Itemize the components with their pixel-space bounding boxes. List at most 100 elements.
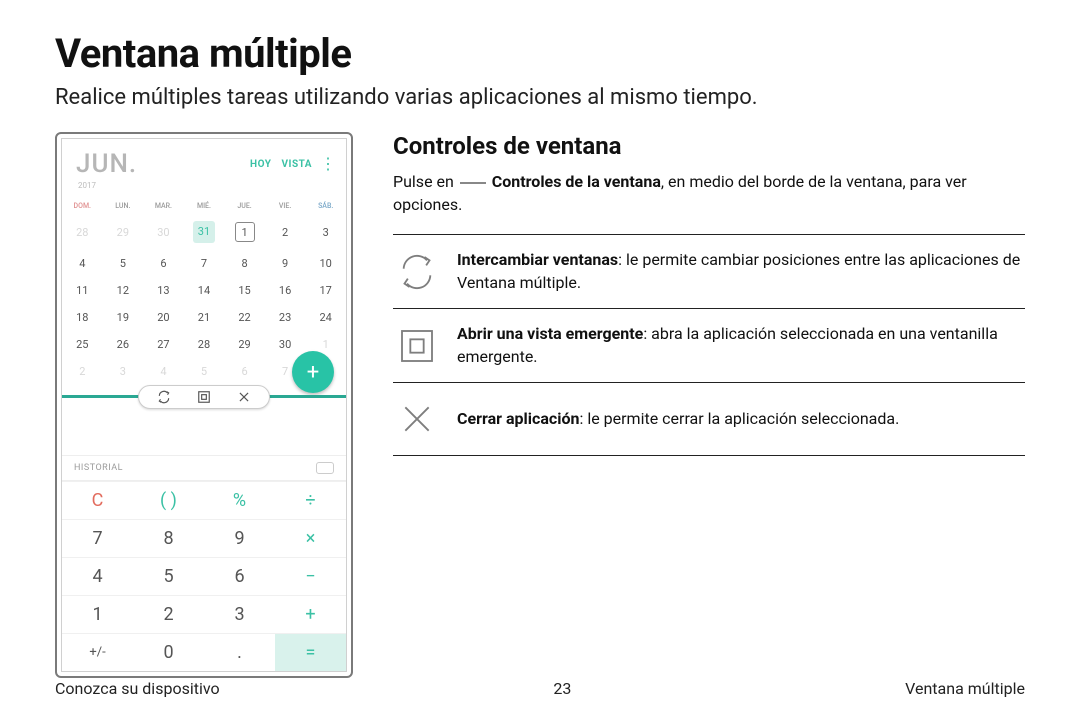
calc-key-5[interactable]: 5 <box>133 558 204 596</box>
feature-desc: : le permite cerrar la aplicación selecc… <box>579 409 899 428</box>
cal-day[interactable]: 23 <box>265 304 306 331</box>
cal-day[interactable]: 4 <box>143 358 184 385</box>
feature-title: Abrir una vista emergente <box>457 324 643 343</box>
cal-day[interactable]: 2 <box>265 214 306 250</box>
calc-key-2[interactable]: 2 <box>133 596 204 634</box>
calc-key-3[interactable]: 3 <box>204 596 275 634</box>
section-intro: Pulse en Controles de la ventana, en med… <box>393 170 1025 216</box>
cal-day[interactable]: 27 <box>143 331 184 358</box>
calculator-app: HISTORIAL C ( ) % ÷ 7 8 9 <box>62 401 346 671</box>
calc-key-9[interactable]: 9 <box>204 520 275 558</box>
cal-day[interactable]: 12 <box>103 277 144 304</box>
dow-header: MIÉ. <box>184 198 225 214</box>
page-footer: Conozca su dispositivo 23 Ventana múltip… <box>55 679 1025 698</box>
swap-icon[interactable] <box>157 390 171 404</box>
calc-key-7[interactable]: 7 <box>62 520 133 558</box>
cal-day[interactable]: 22 <box>224 304 265 331</box>
calc-key-4[interactable]: 4 <box>62 558 133 596</box>
calendar-month: JUN. <box>76 149 137 179</box>
calendar-year: 2017 <box>62 181 346 198</box>
cal-day[interactable]: 29 <box>224 331 265 358</box>
more-icon[interactable]: ⋮ <box>320 159 336 169</box>
dow-header: VIE. <box>265 198 306 214</box>
calc-key-sign[interactable]: +/- <box>62 634 133 672</box>
cal-day[interactable]: 24 <box>305 304 346 331</box>
dow-header: MAR. <box>143 198 184 214</box>
phone-mockup: JUN. HOY VISTA ⋮ 2017 DOM. LUN. MAR. MIÉ… <box>55 132 353 678</box>
today-button[interactable]: HOY <box>250 159 271 170</box>
cal-day[interactable]: 4 <box>62 250 103 277</box>
cal-day[interactable]: 30 <box>143 214 184 250</box>
cal-day[interactable]: 6 <box>224 358 265 385</box>
calc-key-divide[interactable]: ÷ <box>275 482 346 520</box>
calc-key-dot[interactable]: . <box>204 634 275 672</box>
calc-key-multiply[interactable]: × <box>275 520 346 558</box>
calc-key-6[interactable]: 6 <box>204 558 275 596</box>
cal-day[interactable]: 9 <box>265 250 306 277</box>
calc-key-clear[interactable]: C <box>62 482 133 520</box>
footer-left: Conozca su dispositivo <box>55 679 220 698</box>
calc-key-paren[interactable]: ( ) <box>133 482 204 520</box>
dow-header: SÁB. <box>305 198 346 214</box>
history-label[interactable]: HISTORIAL <box>74 463 123 473</box>
cal-day[interactable]: 3 <box>305 214 346 250</box>
feature-title: Intercambiar ventanas <box>457 250 618 269</box>
cal-day[interactable]: 14 <box>184 277 225 304</box>
calc-key-8[interactable]: 8 <box>133 520 204 558</box>
cal-day[interactable]: 25 <box>62 331 103 358</box>
popup-icon[interactable] <box>197 390 211 404</box>
cal-day[interactable]: 10 <box>305 250 346 277</box>
add-event-fab[interactable]: + <box>292 351 334 393</box>
calc-key-minus[interactable]: − <box>275 558 346 596</box>
cal-day[interactable]: 20 <box>143 304 184 331</box>
cal-day[interactable]: 11 <box>62 277 103 304</box>
cal-day[interactable]: 13 <box>143 277 184 304</box>
cal-day[interactable]: 29 <box>103 214 144 250</box>
split-divider[interactable] <box>62 391 346 401</box>
cal-day[interactable]: 28 <box>184 331 225 358</box>
cal-day[interactable]: 21 <box>184 304 225 331</box>
cal-day[interactable]: 2 <box>62 358 103 385</box>
feature-swap: Intercambiar ventanas: le permite cambia… <box>393 234 1025 308</box>
feature-close: Cerrar aplicación: le permite cerrar la … <box>393 382 1025 456</box>
section-heading: Controles de ventana <box>393 132 1025 160</box>
calc-key-0[interactable]: 0 <box>133 634 204 672</box>
cal-day-selected[interactable]: 31 <box>184 214 225 250</box>
cal-day[interactable]: 3 <box>103 358 144 385</box>
calc-key-plus[interactable]: + <box>275 596 346 634</box>
cal-day[interactable]: 6 <box>143 250 184 277</box>
cal-day-today[interactable]: 1 <box>224 214 265 250</box>
cal-day[interactable]: 17 <box>305 277 346 304</box>
dow-header: LUN. <box>103 198 144 214</box>
calc-key-percent[interactable]: % <box>204 482 275 520</box>
calendar-app: JUN. HOY VISTA ⋮ 2017 DOM. LUN. MAR. MIÉ… <box>62 139 346 385</box>
page-title: Ventana múltiple <box>55 30 1025 77</box>
page-subtitle: Realice múltiples tareas utilizando vari… <box>55 85 1025 110</box>
calc-key-1[interactable]: 1 <box>62 596 133 634</box>
cal-day[interactable]: 19 <box>103 304 144 331</box>
cal-day[interactable]: 15 <box>224 277 265 304</box>
cal-day[interactable]: 8 <box>224 250 265 277</box>
cal-day[interactable]: 28 <box>62 214 103 250</box>
feature-popup: Abrir una vista emergente: abra la aplic… <box>393 308 1025 382</box>
cal-day[interactable]: 7 <box>184 250 225 277</box>
cal-day[interactable]: 16 <box>265 277 306 304</box>
feature-title: Cerrar aplicación <box>457 409 579 428</box>
close-icon[interactable] <box>237 390 251 404</box>
window-controls-pill[interactable] <box>138 385 270 409</box>
close-app-icon <box>395 397 439 441</box>
backspace-icon[interactable] <box>316 462 334 474</box>
leader-line-icon <box>460 182 486 184</box>
cal-day[interactable]: 26 <box>103 331 144 358</box>
calc-key-equals[interactable]: = <box>275 634 346 672</box>
cal-day[interactable]: 5 <box>184 358 225 385</box>
footer-right: Ventana múltiple <box>905 679 1025 698</box>
view-button[interactable]: VISTA <box>281 159 312 170</box>
swap-windows-icon <box>395 250 439 294</box>
cal-day[interactable]: 18 <box>62 304 103 331</box>
cal-day[interactable]: 5 <box>103 250 144 277</box>
popup-view-icon <box>395 324 439 368</box>
dow-header: DOM. <box>62 198 103 214</box>
cal-day[interactable]: 30 <box>265 331 306 358</box>
plus-icon: + <box>307 360 319 385</box>
